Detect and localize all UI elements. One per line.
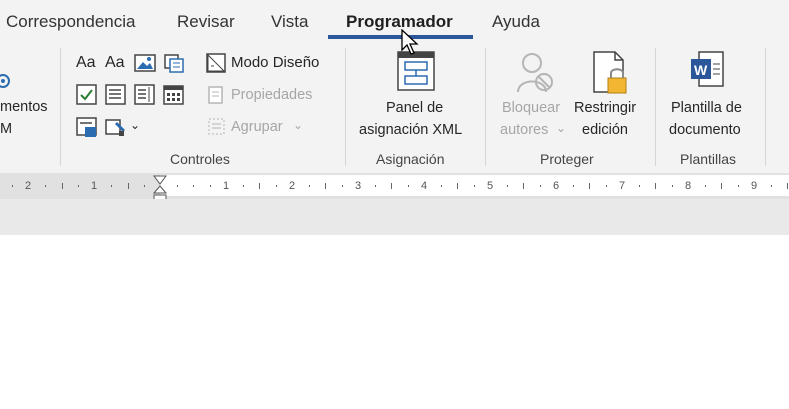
block-authors-button[interactable]: Bloquear autores ⌄ <box>497 44 569 144</box>
mouse-cursor-icon <box>401 29 419 55</box>
group-separator <box>655 48 656 166</box>
ruler-number: 1 <box>91 180 98 192</box>
block-authors-label-line1: Bloquear <box>502 100 561 116</box>
design-mode-icon <box>206 53 226 73</box>
design-mode-button[interactable]: Modo Diseño <box>231 54 319 71</box>
document-template-label-line1: Plantilla de <box>671 100 742 116</box>
legacy-tools-icon[interactable] <box>105 116 127 138</box>
document-page[interactable] <box>0 235 789 409</box>
restrict-editing-button[interactable]: Restringir edición <box>573 44 645 144</box>
group-separator <box>60 48 61 166</box>
ruler-number: 8 <box>685 180 692 192</box>
com-addins-label-line1: mentos <box>0 99 48 115</box>
ruler-number: 9 <box>751 180 758 192</box>
combo-box-control-icon[interactable] <box>105 84 127 106</box>
ribbon: mentos M Aa Aa ⌄ Modo Diseño Propiedades… <box>0 42 789 173</box>
xml-mapping-pane-label-line2: asignación XML <box>359 122 463 138</box>
building-block-control-icon[interactable] <box>163 53 185 73</box>
group-label-plantillas: Plantillas <box>680 151 737 167</box>
ruler-number: 6 <box>553 180 560 192</box>
tab-programador[interactable]: Programador <box>346 12 453 32</box>
properties-button[interactable]: Propiedades <box>231 87 312 103</box>
ruler-number: 3 <box>355 180 362 192</box>
ruler-marks <box>12 183 788 189</box>
ruler-number: 2 <box>289 180 296 192</box>
checkbox-control-icon[interactable] <box>76 84 98 106</box>
restrict-editing-label-line1: Restringir <box>574 100 637 116</box>
group-button[interactable]: Agrupar <box>231 119 283 135</box>
xml-mapping-pane-label-line1: Panel de <box>386 100 444 116</box>
tab-ayuda[interactable]: Ayuda <box>492 12 540 32</box>
ruler-number: 7 <box>619 180 626 192</box>
ruler-number: 1 <box>223 180 230 192</box>
repeating-section-control-icon[interactable] <box>76 116 98 138</box>
ruler-number: 4 <box>421 180 428 192</box>
document-canvas-background <box>0 199 789 235</box>
group-separator <box>485 48 486 166</box>
gear-icon <box>0 74 10 88</box>
group-separator <box>345 48 346 166</box>
block-authors-icon <box>517 53 553 93</box>
date-picker-control-icon[interactable] <box>163 84 185 106</box>
xml-mapping-pane-button[interactable]: Panel de asignación XML <box>352 44 480 144</box>
chevron-down-icon[interactable]: ⌄ <box>130 118 140 132</box>
group-label-asignacion: Asignación <box>376 151 445 167</box>
group-icon <box>208 118 225 135</box>
properties-icon <box>208 86 223 104</box>
ruler-number: 5 <box>487 180 494 192</box>
ruler-number: 2 <box>25 180 32 192</box>
chevron-down-icon: ⌄ <box>556 121 567 135</box>
com-addins-button[interactable]: mentos M <box>0 42 56 142</box>
tab-vista[interactable]: Vista <box>271 12 309 32</box>
group-separator <box>765 48 766 166</box>
document-template-label-line2: documento <box>669 122 741 138</box>
ribbon-tab-bar: Correspondencia Revisar Vista Programado… <box>0 0 789 42</box>
restrict-editing-label-line2: edición <box>582 122 628 138</box>
lock-document-icon <box>593 51 627 94</box>
com-addins-label-line2: M <box>0 121 13 137</box>
tab-revisar[interactable]: Revisar <box>177 12 235 32</box>
group-label-proteger: Proteger <box>540 151 594 167</box>
document-template-button[interactable]: W Plantilla de documento <box>663 44 759 144</box>
tab-correspondencia[interactable]: Correspondencia <box>6 12 135 32</box>
group-label-controles: Controles <box>170 151 230 167</box>
plain-text-control-button[interactable]: Aa <box>105 54 125 72</box>
word-template-icon: W <box>691 51 724 87</box>
picture-control-icon[interactable] <box>134 53 156 73</box>
dropdown-list-control-icon[interactable] <box>134 84 156 106</box>
chevron-down-icon[interactable]: ⌄ <box>293 118 303 132</box>
block-authors-label-line2: autores <box>500 122 549 138</box>
svg-text:W: W <box>694 62 708 78</box>
rich-text-control-button[interactable]: Aa <box>76 54 96 72</box>
